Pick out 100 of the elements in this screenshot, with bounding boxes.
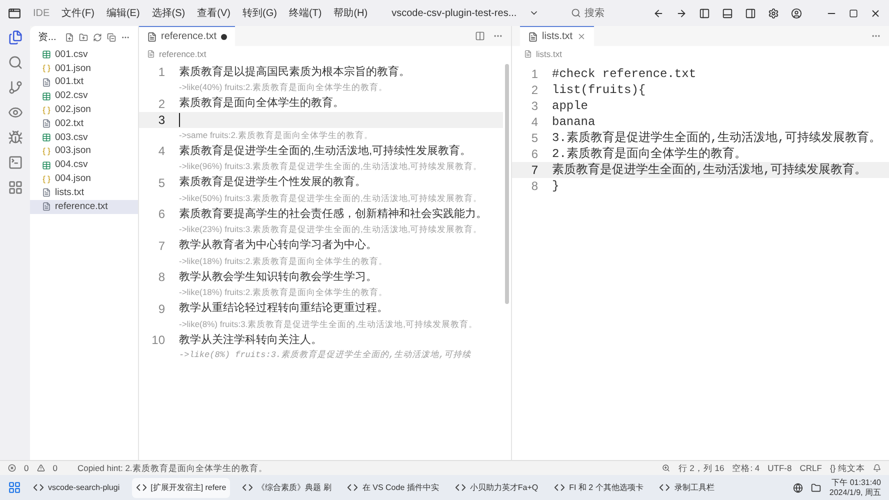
line-number: 10 <box>150 332 166 349</box>
inline-hint: ->like(8%) fruits:3.素质教育是促进学生全面的,生动活泼地,可持续 <box>179 349 472 362</box>
breadcrumb[interactable]: reference.txt <box>159 48 206 60</box>
menu-item[interactable]: 选择(S) <box>152 6 186 20</box>
warning-icon[interactable] <box>36 464 45 472</box>
inline-hint: ->like(40%) fruits:2.素质教育是面向全体学生的教育。 <box>179 81 388 94</box>
clock-time[interactable]: 下午 01:31:40 <box>832 478 881 488</box>
file-item[interactable]: 004.json <box>30 172 138 186</box>
taskbar-app[interactable]: vscode-search-plugi <box>29 478 124 498</box>
file-icon <box>42 188 51 198</box>
code-text: 教学从教育者为中心转向学习者为中心。 <box>179 238 377 254</box>
taskbar-app[interactable]: 在 VS Code 插件中实 <box>343 478 443 498</box>
editor-tab[interactable]: lists.txt <box>520 26 594 46</box>
status-item[interactable]: UTF-8 <box>768 462 792 474</box>
status-item[interactable]: 空格: 4 <box>732 462 760 474</box>
file-item[interactable]: 002.json <box>30 103 138 117</box>
eye-icon[interactable] <box>8 105 22 120</box>
table-icon <box>42 92 51 101</box>
error-icon[interactable] <box>8 464 16 472</box>
taskbar-app[interactable]: 录制工具栏 <box>655 478 718 498</box>
panel-bottom-icon[interactable] <box>722 8 733 18</box>
file-item[interactable]: 001.txt <box>30 76 138 90</box>
search-field[interactable]: 搜索 <box>562 6 613 20</box>
code-text: } <box>552 178 560 195</box>
braces-icon <box>42 64 51 74</box>
file-item[interactable]: 001.csv <box>30 48 138 62</box>
folder-icon[interactable] <box>811 482 822 492</box>
code-text: 素质教育是以提高国民素质为根本宗旨的教育。 <box>179 64 410 80</box>
line-number: 8 <box>530 178 539 195</box>
file-item[interactable]: 003.json <box>30 144 138 158</box>
start-icon[interactable] <box>8 481 21 494</box>
text-cursor <box>179 112 180 126</box>
code-text: 2.素质教育是面向全体学生的教育。 <box>552 146 746 162</box>
line-number: 1 <box>530 66 539 83</box>
breadcrumb[interactable]: lists.txt <box>536 48 562 60</box>
bell-icon[interactable] <box>873 464 881 472</box>
app-icon <box>136 482 147 493</box>
line-number: 5 <box>530 130 539 147</box>
file-icon <box>42 119 51 128</box>
inline-hint: ->same fruits:2.素质教育是面向全体学生的教育。 <box>179 128 373 142</box>
warning-count[interactable]: 0 <box>52 462 58 474</box>
editor-tab[interactable]: reference.txt <box>139 26 235 46</box>
account-icon[interactable] <box>791 8 802 18</box>
new-folder-icon[interactable] <box>79 32 88 42</box>
code-text: list(fruits){ <box>552 82 646 99</box>
file-item[interactable]: 003.csv <box>30 130 138 145</box>
taskbar-app[interactable]: [扩展开发宿主] refere <box>132 478 230 498</box>
line-number: 9 <box>157 300 166 318</box>
line-number: 3 <box>530 98 539 115</box>
forward-icon[interactable] <box>676 8 687 18</box>
file-item[interactable]: 002.txt <box>30 116 138 131</box>
file-item[interactable]: 002.csv <box>30 89 138 104</box>
search-icon[interactable] <box>8 55 22 70</box>
taskbar-app[interactable]: 《综合素质》典题 刷 <box>238 478 336 498</box>
file-item[interactable]: reference.txt <box>30 200 138 214</box>
clock-date[interactable]: 2024/1/9, 周五 <box>829 488 881 498</box>
file-item[interactable]: 001.json <box>30 62 138 76</box>
explorer-title: 资... <box>38 30 56 44</box>
globe-icon[interactable] <box>793 482 804 492</box>
panel-left-icon[interactable] <box>699 8 710 18</box>
branch-icon[interactable] <box>8 80 22 95</box>
split-editor-icon[interactable] <box>475 31 485 41</box>
table-icon <box>42 133 51 142</box>
app-icon <box>8 6 21 20</box>
menu-item[interactable]: 转到(G) <box>242 6 277 20</box>
settings-icon[interactable] <box>768 8 779 18</box>
line-number: 3 <box>157 112 166 128</box>
status-item[interactable]: 行 2，列 16 <box>678 462 724 474</box>
panel-right-icon[interactable] <box>745 8 756 18</box>
menu-item[interactable]: 终端(T) <box>288 6 322 20</box>
close-icon[interactable] <box>870 8 881 18</box>
terminal-icon[interactable] <box>8 155 22 170</box>
error-count[interactable]: 0 <box>24 462 29 474</box>
menu-item[interactable]: 帮助(H) <box>334 6 368 20</box>
taskbar-app[interactable]: FI 和 2 个其他选项卡 <box>550 478 648 498</box>
maximize-icon[interactable] <box>849 8 858 18</box>
refresh-icon[interactable] <box>93 32 102 42</box>
inline-hint: ->like(23%) fruits:3.素质教育是促进学生全面的,生动活泼地,可持续发展教育。 <box>179 223 482 236</box>
line-number: 4 <box>157 143 166 160</box>
file-item[interactable]: lists.txt <box>30 186 138 200</box>
bug-icon[interactable] <box>8 130 22 145</box>
line-number: 6 <box>530 146 539 163</box>
workspace-name[interactable]: vscode-csv-plugin-test-res... <box>392 6 517 20</box>
files-icon[interactable] <box>8 30 22 45</box>
code-text: 素质教育是促进学生全面的,生动活泼地,可持续发展教育。 <box>552 162 866 179</box>
status-item[interactable]: {} 纯文本 <box>830 462 865 474</box>
file-icon <box>524 50 532 58</box>
line-number: 7 <box>530 162 539 179</box>
menu-item[interactable]: 查看(V) <box>197 6 230 20</box>
back-icon[interactable] <box>653 8 664 18</box>
scrollbar-thumb[interactable] <box>505 64 509 304</box>
collapse-icon[interactable] <box>107 32 116 42</box>
taskbar-app[interactable]: 小贝助力英才Fa+Q <box>450 478 542 498</box>
grid-icon[interactable] <box>8 180 22 195</box>
zoom-icon[interactable] <box>662 464 670 472</box>
menu-item[interactable]: 文件(F) <box>62 6 94 20</box>
menu-item[interactable]: 编辑(E) <box>106 6 140 20</box>
status-item[interactable]: CRLF <box>800 462 822 474</box>
new-file-icon[interactable] <box>65 32 74 42</box>
file-item[interactable]: 004.csv <box>30 158 138 172</box>
